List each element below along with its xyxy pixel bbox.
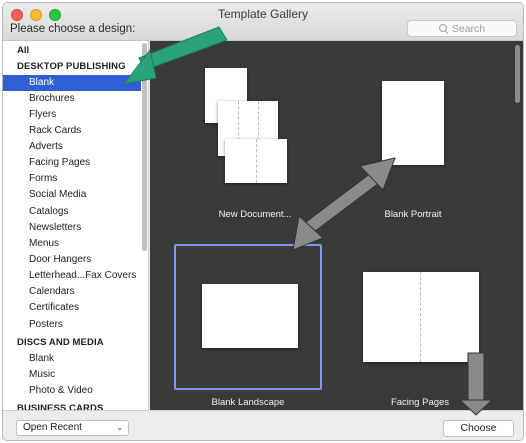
template-facing-pages[interactable] xyxy=(363,272,479,362)
sidebar-item-brochures[interactable]: Brochures xyxy=(3,91,141,107)
search-input[interactable]: Search xyxy=(407,20,517,37)
footer-bar: Open Recent ⌄ Choose xyxy=(3,410,523,440)
sidebar-item-blank[interactable]: Blank xyxy=(3,75,141,91)
sidebar-item-forms[interactable]: Forms xyxy=(3,171,141,187)
search-icon xyxy=(438,24,448,33)
sidebar-item-newsletters[interactable]: Newsletters xyxy=(3,220,141,236)
sidebar-item-photo-video[interactable]: Photo & Video xyxy=(3,383,141,399)
open-recent-label: Open Recent xyxy=(23,422,82,433)
fold-line xyxy=(256,139,257,183)
sidebar-item-menus[interactable]: Menus xyxy=(3,236,141,252)
sidebar-item-calendars[interactable]: Calendars xyxy=(3,284,141,300)
template-scrollbar[interactable] xyxy=(515,45,520,103)
template-new-document[interactable] xyxy=(195,63,315,193)
sidebar-item-discs-blank[interactable]: Blank xyxy=(3,351,141,367)
sidebar-item-social-media[interactable]: Social Media xyxy=(3,187,141,203)
sidebar-item-music[interactable]: Music xyxy=(3,367,141,383)
spine-line xyxy=(420,272,421,362)
category-sidebar[interactable]: All DESKTOP PUBLISHING Blank Brochures F… xyxy=(3,41,149,410)
window-title: Template Gallery xyxy=(217,7,309,21)
sidebar-item-rack-cards[interactable]: Rack Cards xyxy=(3,123,141,139)
title-bar: Template Gallery Please choose a design:… xyxy=(3,3,523,41)
template-blank-portrait[interactable] xyxy=(382,81,444,165)
template-grid[interactable]: New Document... Blank Portrait Blank Lan… xyxy=(150,41,523,410)
sidebar-scrollbar[interactable] xyxy=(142,43,147,251)
open-recent-popup[interactable]: Open Recent ⌄ xyxy=(16,420,129,436)
template-label-facing-pages: Facing Pages xyxy=(390,397,450,408)
template-label-blank-landscape: Blank Landscape xyxy=(211,397,285,408)
sidebar-item-catalogs[interactable]: Catalogs xyxy=(3,204,141,220)
sidebar-item-door-hangers[interactable]: Door Hangers xyxy=(3,252,141,268)
template-gallery-window: Template Gallery Please choose a design:… xyxy=(2,2,524,441)
template-label-blank-portrait: Blank Portrait xyxy=(384,209,442,220)
sidebar-item-adverts[interactable]: Adverts xyxy=(3,139,141,155)
sidebar-item-letterhead-fax-covers[interactable]: Letterhead...Fax Covers xyxy=(3,268,141,284)
sidebar-item-certificates[interactable]: Certificates xyxy=(3,300,141,316)
template-label-new-document: New Document... xyxy=(218,209,292,220)
search-placeholder: Search xyxy=(451,22,486,35)
design-prompt: Please choose a design: xyxy=(10,23,136,35)
sidebar-item-flyers[interactable]: Flyers xyxy=(3,107,141,123)
section-header-desktop-publishing: DESKTOP PUBLISHING xyxy=(17,61,126,72)
sidebar-item-facing-pages[interactable]: Facing Pages xyxy=(3,155,141,171)
choose-button[interactable]: Choose xyxy=(443,420,514,437)
page-thumbnail xyxy=(225,139,287,183)
sidebar-item-all[interactable]: All xyxy=(3,43,141,59)
section-header-business-cards: BUSINESS CARDS xyxy=(17,403,104,410)
chevron-down-icon: ⌄ xyxy=(116,423,123,432)
template-blank-landscape[interactable] xyxy=(202,284,298,348)
sidebar-item-posters[interactable]: Posters xyxy=(3,317,141,333)
section-header-discs-and-media: DISCS AND MEDIA xyxy=(17,337,104,348)
